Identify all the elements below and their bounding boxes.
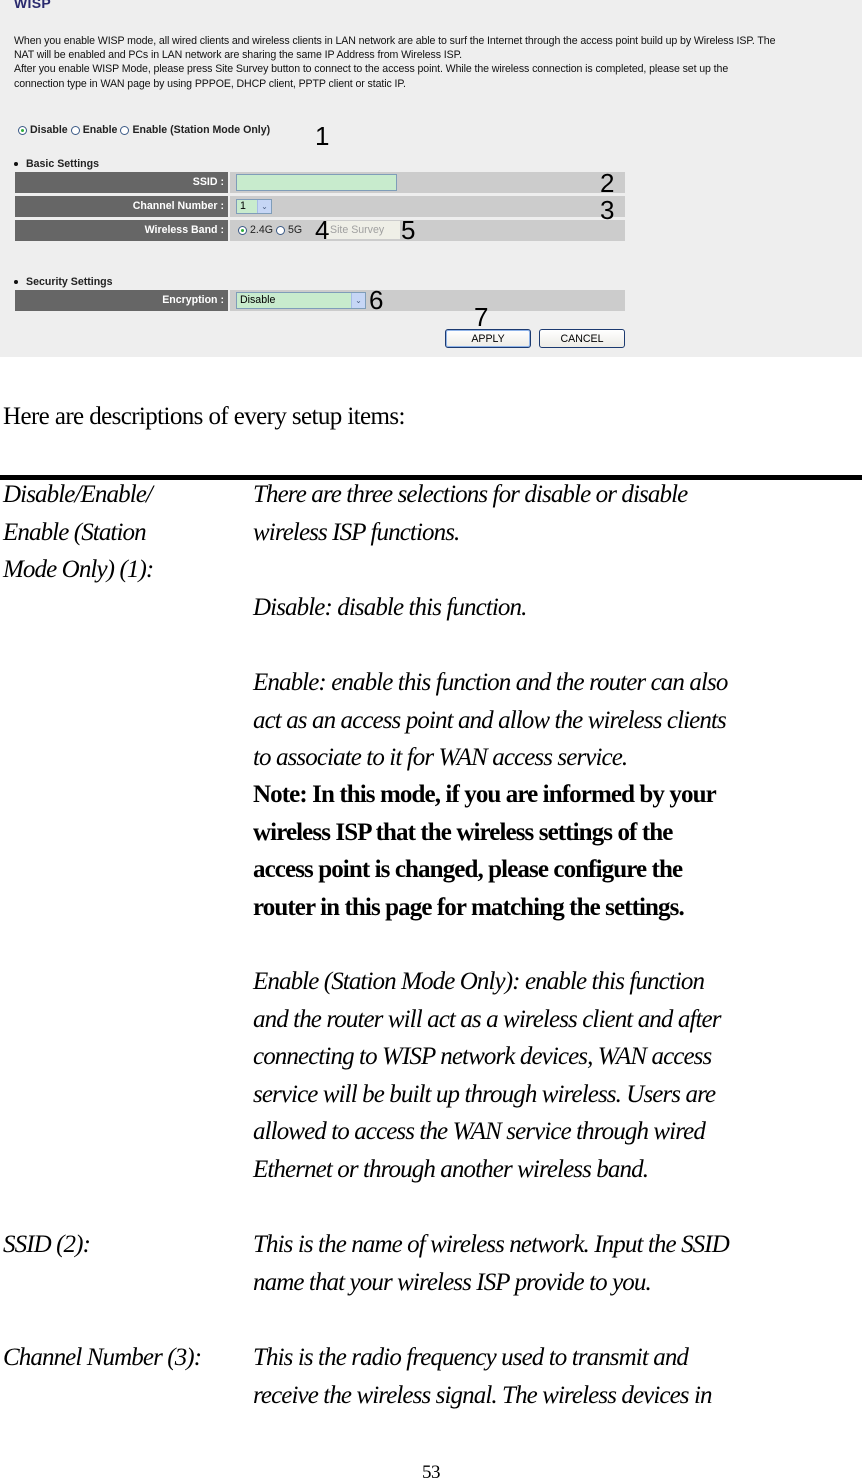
note-line: wireless ISP that the wireless settings … [253,818,673,846]
note-line: Note: In this mode, if you are informed … [253,781,717,808]
desc-line: name that your wireless ISP provide to y… [253,1268,652,1296]
mode-enable-option[interactable]: Enable [70,124,118,136]
desc-line: Enable: enable this function and the rou… [253,669,728,696]
ssid-label: SSID : [15,172,228,193]
desc-line: Ethernet or through another wireless ban… [253,1155,649,1183]
radio-checked-icon[interactable] [238,225,247,235]
band-5g-option[interactable]: 5G [275,224,303,236]
security-settings-label: Security Settings [26,276,113,288]
item-desc-enable: Enable: enable this function and the rou… [253,664,862,777]
description-line: NAT will be enabled and PCs in LAN netwo… [14,49,463,62]
mode-disable-label: Disable [30,124,68,136]
band-24g-label: 2.4G [250,224,273,236]
item-term-mode: Disable/Enable/ Enable (Station Mode Onl… [3,476,154,589]
chevron-down-icon[interactable]: ⌄ [257,200,271,213]
callout-4: 4 [315,215,330,245]
radio-unchecked-icon[interactable] [120,125,130,135]
desc-line: Enable (Station Mode Only): enable this … [253,968,705,995]
wisp-description: When you enable WISP mode, all wired cli… [14,34,862,91]
channel-select[interactable]: 1 ⌄ [236,199,272,214]
term-line: Disable/Enable/ [3,481,153,508]
encryption-label: Encryption : [15,290,228,311]
ssid-row: SSID : [15,172,625,193]
encryption-row: Encryption : Disable ⌄ [15,290,625,311]
callout-7: 7 [474,302,489,332]
item-desc-mode-intro: There are three selections for disable o… [253,476,862,551]
note-line: access point is changed, please configur… [253,856,683,883]
bullet-icon [14,162,18,166]
channel-row: Channel Number : 1 ⌄ [15,196,625,217]
band-radio-group: 2.4G 5G [238,224,305,236]
desc-line: connecting to WISP network devices, WAN … [253,1043,712,1070]
router-screenshot: WISP When you enable WISP mode, all wire… [0,0,862,357]
basic-settings-label: Basic Settings [26,158,100,170]
page-number: 53 [422,1462,441,1483]
item-note: Note: In this mode, if you are informed … [253,776,862,926]
item-desc-channel: This is the radio frequency used to tran… [253,1339,862,1414]
desc-line: and the router will act as a wireless cl… [253,1005,721,1033]
radio-unchecked-icon[interactable] [275,225,285,235]
channel-selected-value: 1 [240,200,246,212]
callout-5: 5 [401,215,416,245]
mode-disable-option[interactable]: Disable [18,124,68,136]
wisp-title: WISP [14,0,51,11]
mode-station-label: Enable (Station Mode Only) [132,124,271,136]
desc-line: Disable: disable this function. [253,594,527,621]
band-5g-label: 5G [287,224,303,236]
ssid-input[interactable] [236,174,397,191]
apply-button[interactable]: APPLY [445,329,531,348]
desc-line: to associate to it for WAN access servic… [253,744,628,771]
wireless-band-label: Wireless Band : [15,220,228,241]
item-term-ssid: SSID (2): [3,1231,91,1258]
callout-2: 2 [600,168,615,198]
channel-value-cell: 1 ⌄ [230,196,625,217]
term-line: Enable (Station [3,518,147,546]
note-line: router in this page for matching the set… [253,893,685,921]
radio-unchecked-icon[interactable] [70,125,80,135]
desc-line: This is the radio frequency used to tran… [253,1344,689,1371]
wisp-mode-radio-group: Disable Enable Enable (Station Mode Only… [18,124,273,136]
item-desc-ssid: This is the name of wireless network. In… [253,1226,862,1301]
item-desc-disable: Disable: disable this function. [253,589,862,627]
encryption-value-cell: Disable ⌄ [230,290,625,311]
desc-line: allowed to access the WAN service throug… [253,1118,706,1145]
item-term-channel: Channel Number (3): [3,1344,202,1371]
cancel-button[interactable]: CANCEL [539,329,625,348]
description-line: After you enable WISP Mode, please press… [14,63,729,76]
mode-enable-label: Enable [82,124,118,136]
term-line: Mode Only) (1): [3,556,154,583]
mode-station-option[interactable]: Enable (Station Mode Only) [120,124,270,136]
band-24g-option[interactable]: 2.4G [238,224,273,236]
callout-6: 6 [369,285,384,315]
security-settings-heading: Security Settings [14,276,113,288]
ssid-value-cell [230,172,625,193]
item-desc-station: Enable (Station Mode Only): enable this … [253,963,862,1188]
intro-text: Here are descriptions of every setup ite… [3,403,405,430]
desc-line: service will be built up through wireles… [253,1080,716,1108]
channel-label: Channel Number : [15,196,228,217]
chevron-down-icon[interactable]: ⌄ [351,293,365,308]
callout-3: 3 [600,195,615,225]
desc-line: receive the wireless signal. The wireles… [253,1381,713,1409]
radio-checked-icon[interactable] [18,125,27,135]
bullet-icon [14,280,18,284]
desc-line: There are three selections for disable o… [253,481,688,508]
callout-1: 1 [315,121,330,151]
encryption-select[interactable]: Disable ⌄ [236,292,366,309]
basic-settings-heading: Basic Settings [14,158,99,170]
encryption-selected-value: Disable [240,294,276,306]
description-line: connection type in WAN page by using PPP… [14,77,406,90]
desc-line: This is the name of wireless network. In… [253,1231,730,1258]
desc-line: wireless ISP functions. [253,518,460,546]
desc-line: act as an access point and allow the wir… [253,706,727,734]
wireless-band-value-cell: 2.4G 5G Site Survey [230,220,625,241]
description-line: When you enable WISP mode, all wired cli… [14,35,776,47]
site-survey-button[interactable]: Site Survey [326,221,400,239]
